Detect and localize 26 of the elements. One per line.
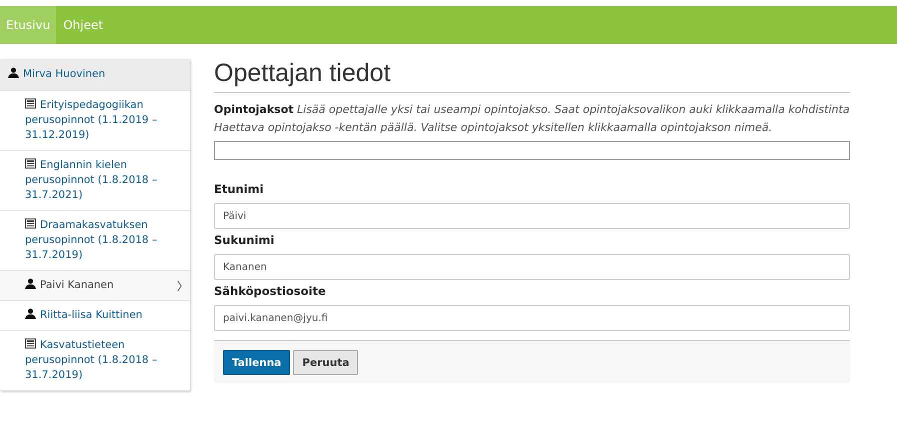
page-title: Opettajan tiedot	[214, 59, 850, 93]
input-field[interactable]: Päivi	[214, 203, 850, 229]
person-icon	[8, 67, 19, 78]
field-label: Sähköpostiosoite	[214, 284, 327, 298]
sidebar-item[interactable]: Erityispedagogiikan perusopinnot (1.1.2019 –31.12.2019)	[0, 91, 190, 151]
person-icon	[25, 308, 36, 319]
help-text: Opintojaksot Lisää opettajalle yksi tai useampi opintojakso. Saat opintojaksovalikon auki klikkaamalla kohdistinta Haettava opintojakso -kentän päällä. Valitse opintojaksot yksitellen klikkaamalla opintojakson nimeä.	[214, 102, 850, 136]
sidebar-item[interactable]: Kasvatustieteen perusopinnot (1.8.2018 –31.7.2019)	[0, 331, 190, 391]
person-icon	[25, 278, 36, 289]
chevron-right-icon	[177, 279, 182, 293]
document-icon	[25, 98, 36, 109]
form-button[interactable]: Peruuta	[293, 350, 358, 375]
sidebar-item[interactable]: Riitta-liisa Kuittinen	[0, 301, 190, 331]
field-label: Etunimi	[214, 182, 265, 196]
document-icon	[25, 338, 36, 349]
sidebar-item[interactable]: Draamakasvatuksen perusopinnot (1.8.2018 –31.7.2019)	[0, 211, 190, 271]
course-search-field[interactable]	[214, 141, 850, 160]
document-icon	[25, 158, 36, 169]
input-field[interactable]: paivi.kananen@jyu.fi	[214, 305, 850, 331]
document-icon	[25, 218, 36, 229]
input-field[interactable]: Kananen	[214, 254, 850, 280]
sidebar-item[interactable]: Paivi Kananen	[0, 271, 190, 301]
form-button[interactable]: Tallenna	[223, 350, 290, 375]
sidebar-item[interactable]: Englannin kielen perusopinnot (1.8.2018 –31.7.2021)	[0, 151, 190, 211]
sidebar-item[interactable]: Mirva Huovinen	[0, 59, 190, 91]
field-label: Sukunimi	[214, 233, 276, 247]
